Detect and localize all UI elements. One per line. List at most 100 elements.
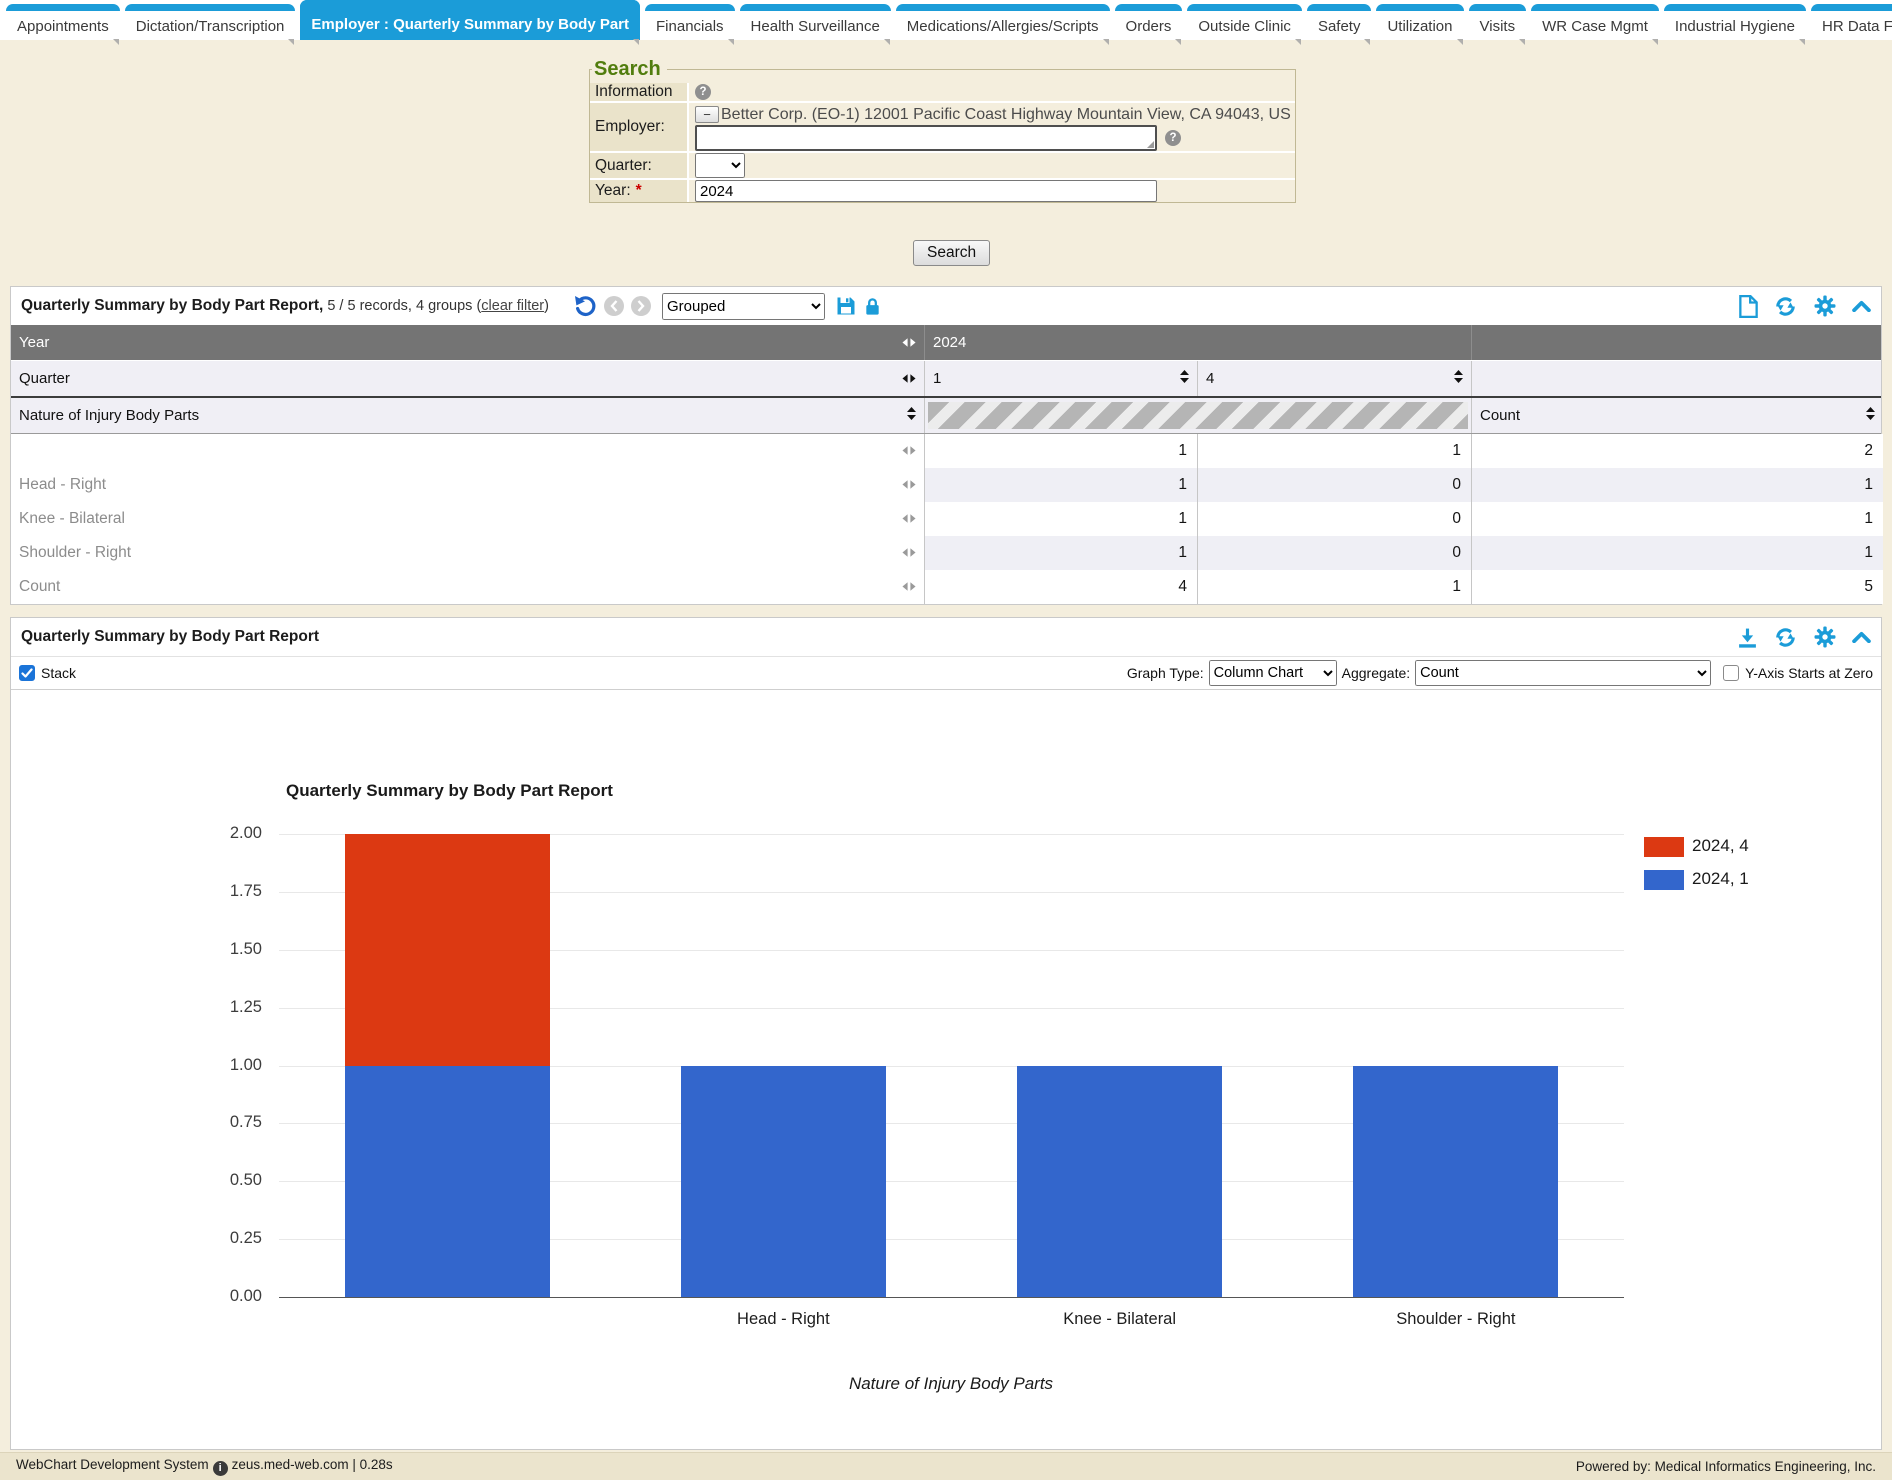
tab-employer-quarterly-summary-by-body-part[interactable]: Employer : Quarterly Summary by Body Par… xyxy=(300,0,640,40)
row-label-cell: Count xyxy=(11,570,924,604)
tab-label: Industrial Hygiene xyxy=(1675,13,1795,40)
graph-type-select[interactable]: Column Chart xyxy=(1209,660,1337,686)
aggregate-label: Aggregate: xyxy=(1342,665,1411,681)
undo-icon[interactable] xyxy=(573,294,597,318)
sort-icon[interactable] xyxy=(1866,407,1875,424)
row-label-cell: Head - Right xyxy=(11,468,924,502)
settings-gear-icon[interactable] xyxy=(1813,625,1837,649)
table-row[interactable]: Knee - Bilateral101 xyxy=(11,502,1881,536)
table-row[interactable]: Shoulder - Right101 xyxy=(11,536,1881,570)
stack-checkbox[interactable] xyxy=(19,665,35,681)
next-group-icon[interactable] xyxy=(631,296,651,316)
lock-icon[interactable] xyxy=(863,297,882,316)
tab-safety[interactable]: Safety xyxy=(1307,4,1372,40)
record-count: 5 / 5 records, 4 groups ( xyxy=(327,298,481,314)
cell-q1: 1 xyxy=(924,434,1197,468)
y-axis-tick-label: 0.25 xyxy=(182,1229,262,1248)
info-icon[interactable]: i xyxy=(213,1461,228,1476)
body-parts-header-label: Nature of Injury Body Parts xyxy=(19,407,199,424)
chart-title: Quarterly Summary by Body Part Report xyxy=(286,781,613,801)
refresh-icon[interactable] xyxy=(1773,625,1798,650)
row-move-icon[interactable] xyxy=(902,544,916,562)
year-header-value: 2024 xyxy=(924,325,1471,360)
aggregate-select[interactable]: Count xyxy=(1415,660,1711,686)
tab-label: Financials xyxy=(656,13,724,40)
column-move-icon[interactable] xyxy=(902,334,916,351)
settings-gear-icon[interactable] xyxy=(1813,294,1837,318)
row-move-icon[interactable] xyxy=(902,578,916,596)
search-form: Information ? Employer: − Better Corp. (… xyxy=(590,83,1295,202)
collapse-panel-icon[interactable] xyxy=(1852,300,1871,312)
employer-help-icon[interactable]: ? xyxy=(1165,130,1181,146)
cell-q4: 1 xyxy=(1197,570,1471,604)
sort-icon[interactable] xyxy=(907,407,916,424)
tab-health-surveillance[interactable]: Health Surveillance xyxy=(740,4,891,40)
bar-segment[interactable] xyxy=(1353,1066,1558,1298)
tab-label: Safety xyxy=(1318,13,1361,40)
tab-label: Dictation/Transcription xyxy=(136,13,285,40)
information-help-icon[interactable]: ? xyxy=(695,84,711,100)
footer-app-name: WebChart Development System xyxy=(16,1457,209,1472)
tab-bar: Appointments Dictation/Transcription Emplo… xyxy=(0,0,1892,40)
tab-utilization[interactable]: Utilization xyxy=(1376,4,1463,40)
employer-label: Employer: xyxy=(590,103,687,151)
tab-financials[interactable]: Financials xyxy=(645,4,735,40)
tab-visits[interactable]: Visits xyxy=(1469,4,1527,40)
tab-label: HR Data Feed xyxy=(1822,13,1892,40)
bar-segment[interactable] xyxy=(345,1066,550,1298)
table-row[interactable]: Head - Right101 xyxy=(11,468,1881,502)
y-axis-tick-label: 2.00 xyxy=(182,824,262,843)
tab-appointments[interactable]: Appointments xyxy=(6,4,120,40)
y-axis-tick-label: 1.75 xyxy=(182,882,262,901)
cell-q1: 4 xyxy=(924,570,1197,604)
tab-industrial-hygiene[interactable]: Industrial Hygiene xyxy=(1664,4,1806,40)
row-move-icon[interactable] xyxy=(902,476,916,494)
year-header-label: Year xyxy=(19,334,49,351)
column-move-icon[interactable] xyxy=(902,370,916,387)
clear-filter-link[interactable]: clear filter xyxy=(481,298,544,314)
y-axis-zero-label: Y-Axis Starts at Zero xyxy=(1745,665,1873,681)
row-move-icon[interactable] xyxy=(902,510,916,528)
bar-segment[interactable] xyxy=(1017,1066,1222,1298)
year-input[interactable] xyxy=(695,180,1157,202)
table-row[interactable]: Count415 xyxy=(11,570,1881,604)
sort-icon[interactable] xyxy=(1454,370,1463,387)
y-axis-zero-checkbox[interactable] xyxy=(1723,665,1739,681)
x-axis-title: Nature of Injury Body Parts xyxy=(651,1374,1251,1394)
bar-segment[interactable] xyxy=(681,1066,886,1298)
quarter-4-header: 4 xyxy=(1206,370,1214,387)
sort-icon[interactable] xyxy=(1180,370,1189,387)
tab-outside-clinic[interactable]: Outside Clinic xyxy=(1187,4,1302,40)
bar-segment[interactable] xyxy=(345,834,550,1066)
download-icon[interactable] xyxy=(1737,627,1758,648)
collapse-panel-icon[interactable] xyxy=(1852,631,1871,643)
row-label: Knee - Bilateral xyxy=(19,510,125,528)
tab-dictation-transcription[interactable]: Dictation/Transcription xyxy=(125,4,296,40)
cell-count: 1 xyxy=(1471,536,1883,570)
row-move-icon[interactable] xyxy=(902,442,916,460)
employer-collapse-button[interactable]: − xyxy=(695,106,719,123)
tab-label: Outside Clinic xyxy=(1198,13,1291,40)
gridline xyxy=(279,1297,1624,1298)
table-row[interactable]: 112 xyxy=(11,434,1881,468)
tab-orders[interactable]: Orders xyxy=(1115,4,1183,40)
cell-count: 1 xyxy=(1471,502,1883,536)
tab-wr-case-mgmt[interactable]: WR Case Mgmt xyxy=(1531,4,1659,40)
new-document-icon[interactable] xyxy=(1739,295,1758,318)
group-mode-select[interactable]: Grouped xyxy=(662,293,825,320)
employer-search-input[interactable] xyxy=(695,125,1157,151)
search-panel: Search Information ? Employer: − Better … xyxy=(589,58,1296,203)
tab-label: Medications/Allergies/Scripts xyxy=(907,13,1099,40)
quarter-select[interactable] xyxy=(695,153,745,178)
tab-medications-allergies-scripts[interactable]: Medications/Allergies/Scripts xyxy=(896,4,1110,40)
hatched-cell xyxy=(924,398,1471,433)
prev-group-icon[interactable] xyxy=(604,296,624,316)
refresh-icon[interactable] xyxy=(1773,294,1798,319)
y-axis-tick-label: 0.00 xyxy=(182,1287,262,1306)
tab-hr-data-feed[interactable]: HR Data Feed xyxy=(1811,4,1892,40)
search-button[interactable]: Search xyxy=(913,240,990,266)
cell-q4: 1 xyxy=(1197,434,1471,468)
save-icon[interactable] xyxy=(836,296,856,316)
tab-label: Health Surveillance xyxy=(751,13,880,40)
employer-selected-value: Better Corp. (EO-1) 12001 Pacific Coast … xyxy=(721,106,1291,124)
